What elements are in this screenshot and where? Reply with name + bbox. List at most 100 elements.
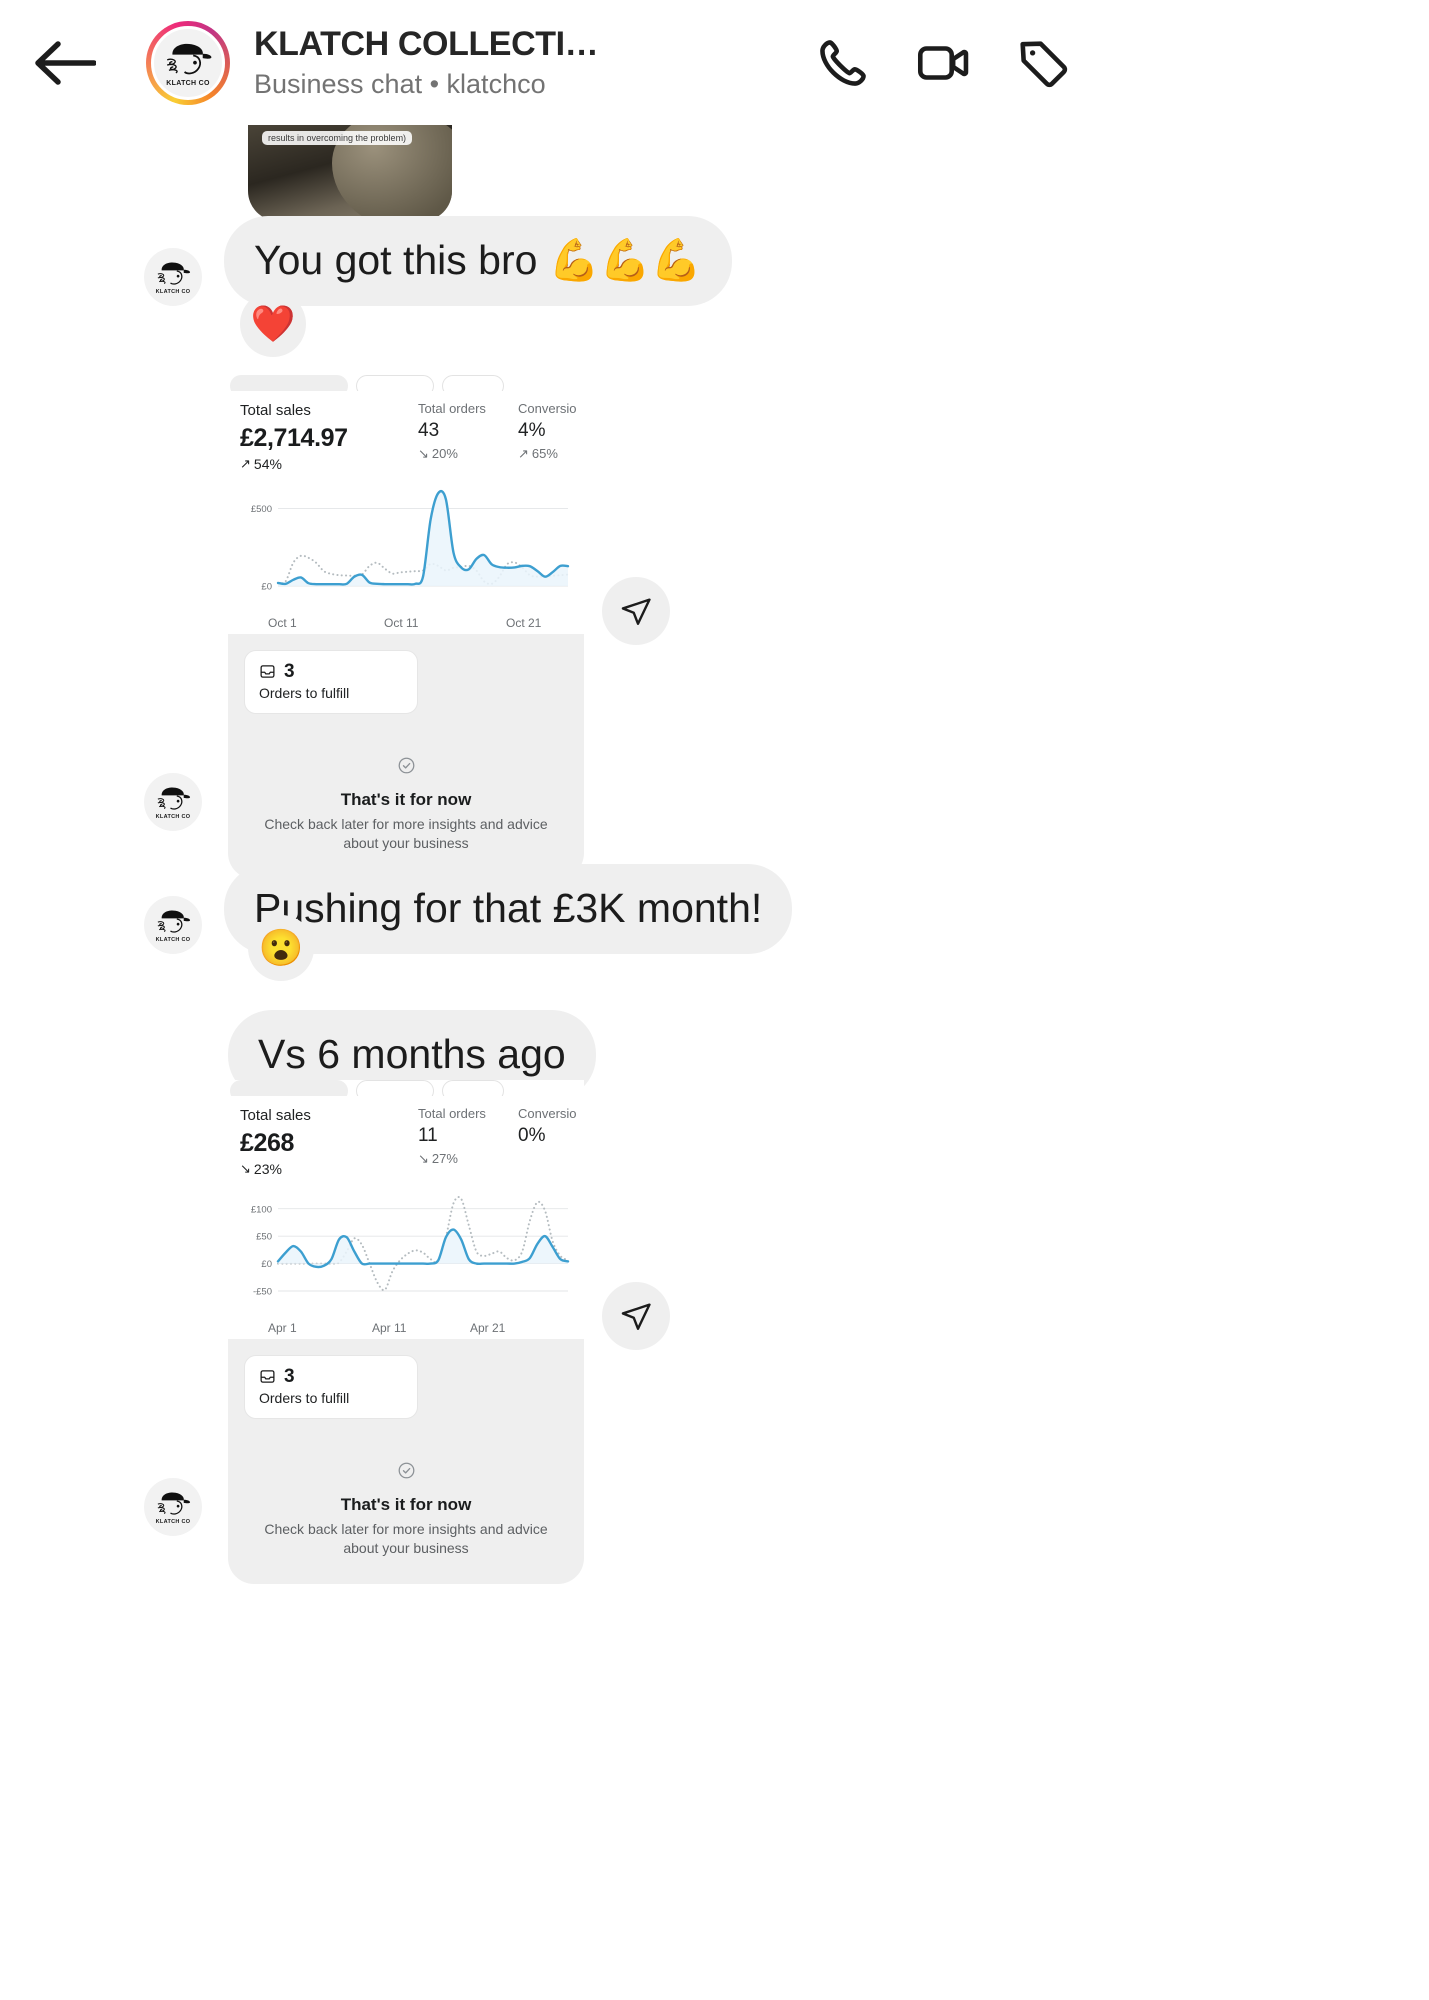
voice-call-button[interactable] (814, 34, 872, 92)
message-media-clip[interactable]: results in overcoming the problem) (248, 125, 452, 221)
avatar-image: KLATCH CO (151, 25, 225, 100)
stat-delta-value: 65% (531, 445, 558, 461)
avatar-caption: KLATCH CO (166, 79, 210, 87)
stat-label: Total sales (240, 402, 311, 419)
chart-series-current (276, 1228, 570, 1268)
chip-placeholder (442, 1080, 504, 1096)
stat-value: 0% (518, 1124, 546, 1146)
avatar[interactable]: KLATCH CO (144, 248, 202, 307)
klatch-co-logo-icon (157, 262, 191, 285)
x-tick: Apr 21 (470, 1320, 506, 1335)
card-footer-panel: 3 Orders to fulfill That's it for now Ch… (228, 1338, 584, 1584)
share-message-button[interactable] (602, 1282, 670, 1350)
chip-placeholder (442, 375, 504, 391)
klatch-co-logo-icon (157, 787, 191, 810)
analytics-card-body: Total sales £268 ↘ 23% Total orders 11 ↘… (228, 1080, 584, 1339)
y-tick: £100 (251, 1204, 272, 1215)
stat-delta-value: 27% (431, 1150, 458, 1166)
end-subtitle: Check back later for more insights and a… (264, 815, 548, 851)
reaction-heart[interactable]: ❤️ (240, 291, 306, 357)
avatar[interactable]: KLATCH CO (144, 1478, 202, 1536)
inbox-icon (260, 1370, 275, 1384)
stat-total-orders: Total orders 43 ↘ 20% (418, 401, 518, 472)
stat-conversion: Conversio 0% (518, 1106, 584, 1177)
end-title: That's it for now (340, 789, 472, 809)
inbox-icon (260, 665, 275, 679)
stat-label: Conversio (518, 1106, 577, 1121)
card-chips-row (228, 375, 584, 391)
orders-count: 3 (284, 1365, 295, 1387)
conversation-subtitle: Business chat • klatchco (254, 68, 546, 99)
chart-x-axis: Apr 1 Apr 11 Apr 21 (234, 1319, 578, 1335)
y-tick: £50 (256, 1231, 272, 1242)
orders-count: 3 (284, 660, 295, 682)
send-paper-plane-icon (621, 1303, 651, 1330)
message-row-you-got-this: KLATCH CO You got this bro 💪💪💪 (0, 216, 732, 307)
avatar-caption: KLATCH CO (155, 1519, 191, 1525)
x-tick: Oct 21 (506, 615, 542, 630)
conversation-title-block[interactable]: KLATCH COLLECTI… Business chat • klatchc… (254, 25, 800, 100)
header-actions (814, 34, 1072, 92)
reaction-wow[interactable]: 😮 (248, 915, 314, 981)
analytics-card-one[interactable]: Total sales £2,714.97 ↗ 54% Total orders… (228, 375, 584, 879)
klatch-co-logo-icon (157, 910, 191, 933)
stat-value: £2,714.97 (240, 423, 348, 452)
message-bubble[interactable]: You got this bro 💪💪💪 (224, 216, 732, 307)
avatar-caption: KLATCH CO (155, 289, 191, 296)
stat-value: £268 (240, 1128, 295, 1157)
stat-total-sales: Total sales £268 ↘ 23% (240, 1106, 418, 1177)
product-tag-button[interactable] (1014, 34, 1072, 92)
klatch-co-logo-icon (157, 1492, 191, 1515)
avatar[interactable]: KLATCH CO (144, 896, 202, 955)
x-tick: Apr 1 (268, 1320, 297, 1335)
y-tick: -£50 (253, 1286, 272, 1297)
stat-label: Conversio (518, 401, 577, 416)
chip-placeholder (230, 375, 348, 391)
stats-row: Total sales £268 ↘ 23% Total orders 11 ↘… (228, 1096, 584, 1177)
send-paper-plane-icon (621, 598, 651, 625)
avatar[interactable]: KLATCH CO (144, 773, 202, 831)
end-subtitle: Check back later for more insights and a… (264, 1520, 548, 1556)
orders-to-fulfill-card[interactable]: 3 Orders to fulfill (244, 649, 418, 714)
message-thread[interactable]: results in overcoming the problem) KLATC… (0, 125, 1100, 2000)
analytics-card-two[interactable]: Total sales £268 ↘ 23% Total orders 11 ↘… (228, 1080, 584, 1584)
arrow-down-icon: ↘ (418, 445, 429, 461)
orders-to-fulfill-top: 3 (259, 1366, 403, 1388)
stat-value: 43 (418, 419, 440, 441)
arrow-up-icon: ↗ (240, 456, 251, 472)
stat-delta-value: 54% (253, 455, 282, 472)
stat-delta: ↘ 27% (418, 1151, 518, 1166)
stat-delta-value: 20% (431, 445, 458, 461)
end-title: That's it for now (340, 1494, 472, 1514)
stat-delta: ↗ 54% (240, 456, 418, 472)
check-circle-icon (398, 757, 414, 774)
price-tag-icon (1020, 40, 1068, 87)
end-of-feed-block: That's it for now Check back later for m… (244, 714, 568, 853)
x-tick: Oct 11 (384, 615, 419, 630)
klatch-co-logo-icon (166, 43, 212, 74)
stat-delta: ↗ 65% (518, 446, 584, 461)
avatar[interactable]: KLATCH CO (146, 20, 230, 105)
stat-delta-value: 23% (253, 1160, 282, 1177)
sales-chart-one: £0 £500 Oct 1 Oct 11 Oct 21 (228, 472, 584, 634)
arrow-up-icon: ↗ (518, 445, 529, 461)
stats-row: Total sales £2,714.97 ↗ 54% Total orders… (228, 391, 584, 472)
orders-label: Orders to fulfill (259, 684, 350, 701)
video-call-button[interactable] (914, 34, 972, 92)
stat-label: Total orders (418, 401, 486, 416)
orders-label: Orders to fulfill (259, 1389, 350, 1406)
message-row-pushing: KLATCH CO Pushing for that £3K month! (0, 864, 793, 955)
y-tick: £0 (261, 1259, 272, 1270)
x-tick: Oct 1 (268, 615, 297, 630)
share-message-button[interactable] (602, 577, 670, 645)
check-circle-icon (398, 1462, 414, 1479)
stat-delta: ↘ 23% (240, 1161, 418, 1177)
line-chart: £0 £500 (251, 489, 570, 592)
line-chart: -£50 £0 £50 £100 (251, 1195, 570, 1297)
analytics-card-body: Total sales £2,714.97 ↗ 54% Total orders… (228, 375, 584, 634)
card-chips-row (228, 1080, 584, 1096)
orders-to-fulfill-card[interactable]: 3 Orders to fulfill (244, 1354, 418, 1419)
phone-call-icon (820, 39, 866, 86)
back-button[interactable] (22, 20, 108, 106)
avatar-caption: KLATCH CO (155, 937, 191, 944)
